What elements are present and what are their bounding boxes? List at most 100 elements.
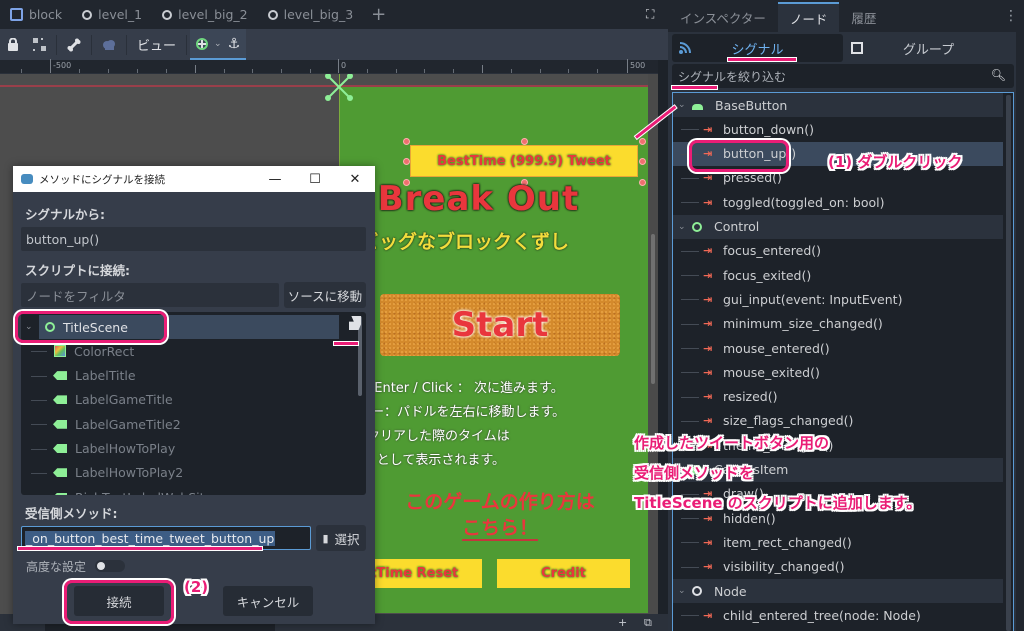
- minimize-button[interactable]: —: [255, 166, 295, 192]
- tree-connector: [681, 250, 699, 252]
- signal-label: mouse_entered(): [723, 340, 830, 356]
- chevron-down-icon[interactable]: ⌄: [678, 586, 692, 596]
- start-button[interactable]: Start: [380, 294, 620, 356]
- signal-item[interactable]: ⇥ mouse_entered(): [673, 336, 1003, 360]
- signal-category[interactable]: ⌄ Node: [673, 579, 1003, 603]
- signal-item[interactable]: ⇥ focus_exited(): [673, 263, 1003, 287]
- dialog-title: メソッドにシグナルを接続: [39, 173, 165, 186]
- copy-icon[interactable]: ⧉: [644, 616, 652, 630]
- tab-inspector[interactable]: インスペクター: [668, 2, 778, 32]
- signal-label: Control: [714, 219, 760, 234]
- selection-handle[interactable]: [403, 138, 410, 145]
- ruler-tick: [338, 59, 339, 73]
- skeleton-button[interactable]: [60, 29, 88, 60]
- node-tree-item[interactable]: LabelTitle: [21, 364, 351, 388]
- tab-signals-label: シグナル: [731, 42, 784, 58]
- kebab-menu-icon[interactable]: ⋮: [1004, 8, 1018, 24]
- signal-tree[interactable]: ⌄ BaseButton ⇥ button_down() ⇥ button_up() ⇥ pr…: [672, 92, 1014, 631]
- tree-connector: [31, 375, 47, 377]
- tree-connector: [31, 472, 47, 474]
- selection-handle[interactable]: [639, 158, 646, 165]
- annotation-note-line1: 作成したツイートボタン用の: [634, 434, 830, 452]
- signal-item[interactable]: ⇥ mouse_exited(): [673, 360, 1003, 384]
- node-label: ColorRect: [74, 343, 135, 359]
- signal-item[interactable]: ⇥ item_rect_changed(): [673, 530, 1003, 554]
- selection-handle[interactable]: [639, 138, 646, 145]
- signal-label: item_rect_changed(): [723, 534, 852, 550]
- signal-category[interactable]: ⌄ Control: [673, 214, 1003, 239]
- node-tree-item[interactable]: LabelHowToPlay2: [21, 461, 351, 485]
- node-filter-input[interactable]: ノードをフィルタ: [21, 283, 279, 307]
- signal-item[interactable]: ⇥ focus_entered(): [673, 239, 1003, 263]
- scrollbar-thumb[interactable]: [651, 234, 655, 384]
- selection-handle[interactable]: [521, 138, 528, 145]
- node-label: RichTextLabelWebSite: [75, 490, 212, 495]
- advanced-toggle[interactable]: [95, 560, 125, 572]
- signal-item[interactable]: ⇥ toggled(toggled_on: bool): [673, 190, 1003, 214]
- annotation-step1: (1) ダブルクリック: [828, 153, 963, 171]
- connect-script-label: スクリプトに接続:: [25, 263, 130, 278]
- add-icon[interactable]: +: [618, 616, 627, 629]
- node-tree-item[interactable]: LabelHowToPlay: [21, 437, 351, 461]
- view-menu-button[interactable]: ビュー: [130, 29, 183, 60]
- signal-emit-icon: ⇥: [703, 535, 713, 549]
- goto-source-button[interactable]: ソースに移動: [284, 282, 366, 308]
- label-icon: [53, 468, 67, 478]
- pick-method-label: 選択: [334, 531, 360, 547]
- script-icon[interactable]: [349, 316, 361, 330]
- signal-item[interactable]: ⇥ size_flags_changed(): [673, 409, 1003, 433]
- group-button[interactable]: [26, 29, 53, 60]
- distraction-free-icon[interactable]: ⛶: [646, 7, 660, 21]
- dialog-titlebar[interactable]: メソッドにシグナルを接続 — ☐ ✕: [13, 166, 375, 192]
- signal-item[interactable]: ⇥ gui_input(event: InputEvent): [673, 287, 1003, 311]
- node-ring-icon: [162, 9, 173, 20]
- tab-node[interactable]: ノード: [777, 2, 840, 32]
- close-button[interactable]: ✕: [335, 166, 375, 192]
- scene-tab-level-1[interactable]: level_1: [72, 0, 152, 29]
- chevron-down-icon[interactable]: ⌄: [678, 222, 692, 232]
- tab-groups[interactable]: グループ: [843, 34, 1014, 62]
- signal-item[interactable]: ⇥ resized(): [673, 385, 1003, 409]
- cancel-button[interactable]: キャンセル: [223, 586, 313, 616]
- tree-connector: [681, 202, 699, 204]
- lock-button[interactable]: [0, 29, 26, 60]
- signal-item[interactable]: ⇥ button_down(): [673, 117, 1003, 141]
- credit-button[interactable]: Credit: [497, 559, 630, 588]
- how-made-link[interactable]: このゲームの作り方は こちら！: [380, 489, 620, 541]
- control-ring-icon: [692, 221, 702, 232]
- toolbar-separator: [126, 34, 127, 55]
- signal-item[interactable]: ⇥ child_entered_tree(node: Node): [673, 603, 1003, 627]
- ruler-tick: [166, 69, 167, 73]
- tree-connector: [681, 396, 699, 398]
- signal-filter-input[interactable]: シグナルを絞り込む 🔍︎: [672, 64, 1014, 88]
- selection-handle[interactable]: [403, 158, 410, 165]
- signal-item[interactable]: ⇥ visibility_changed(): [673, 555, 1003, 579]
- chevron-down-icon[interactable]: ⌄: [678, 100, 692, 110]
- signal-category[interactable]: ⌄ BaseButton: [673, 93, 1003, 117]
- signal-item[interactable]: ⇥ minimum_size_changed(): [673, 312, 1003, 336]
- add-scene-tab-button[interactable]: +: [363, 4, 394, 25]
- viewport-scrollbar[interactable]: [648, 74, 658, 626]
- node-tree-item[interactable]: LabelGameTitle2: [21, 412, 351, 436]
- ruler-tick: [627, 59, 628, 73]
- signal-emit-icon: ⇥: [703, 390, 713, 404]
- signal-tree-scrollbar[interactable]: [1006, 95, 1011, 631]
- anchor-preset-group[interactable]: ⌄ ⚓: [190, 29, 247, 60]
- scene-tab-block[interactable]: block: [0, 0, 72, 29]
- tab-history[interactable]: 履歴: [839, 2, 888, 32]
- scene-tab-level-big-2[interactable]: level_big_2: [152, 0, 258, 29]
- signal-emit-icon: ⇥: [703, 365, 713, 379]
- maximize-button[interactable]: ☐: [295, 166, 335, 192]
- tweet-button[interactable]: BestTime (999.9) Tweet: [410, 145, 638, 177]
- label-icon: [53, 395, 67, 405]
- signal-label: focus_exited(): [723, 267, 812, 283]
- signal-emit-icon: ⇥: [703, 122, 713, 136]
- how-made-line1: このゲームの作り方は: [405, 491, 595, 513]
- anchor-icon[interactable]: ⚓: [228, 36, 241, 52]
- pick-method-button[interactable]: ▮ 選択: [316, 525, 366, 551]
- scene-tab-level-big-3[interactable]: level_big_3: [258, 0, 364, 29]
- cloud-button[interactable]: [95, 29, 123, 60]
- tree-connector: [681, 518, 699, 520]
- node-tree-item[interactable]: LabelGameTitle: [21, 388, 351, 412]
- node-tree-item[interactable]: RichTextLabelWebSite: [21, 485, 351, 495]
